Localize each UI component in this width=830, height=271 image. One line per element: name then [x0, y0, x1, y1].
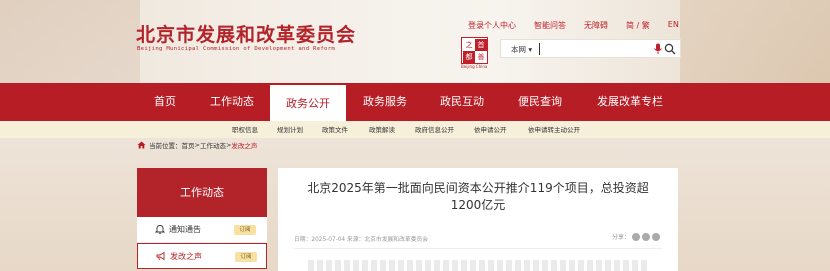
site-header: 北京市发展和改革委员会 Beijing Municipal Commission… [0, 0, 830, 83]
subscribe-badge[interactable]: 订阅 [235, 252, 257, 262]
nav-item-convenience[interactable]: 便民查询 [504, 83, 576, 121]
search-input[interactable] [543, 42, 643, 56]
accessibility-link[interactable]: 无障碍 [584, 20, 608, 31]
text-cursor [539, 43, 540, 55]
header-bg-right [680, 0, 830, 83]
nav-item-interaction[interactable]: 政民互动 [426, 83, 498, 121]
divider [294, 248, 662, 249]
site-title[interactable]: 北京市发展和改革委员会 [136, 20, 356, 47]
nav-item-gov-affairs[interactable]: 政务公开 [270, 83, 346, 121]
capital-seal-logo: 之 首 都 善 [461, 37, 488, 64]
breadcrumb: 当前位置： 首页 > 工作动态 > 发改之声 [137, 139, 257, 151]
main-nav: 首页 工作动态 政务公开 政务服务 政民互动 便民查询 发展改革专栏 [0, 83, 830, 121]
simplified-traditional-link[interactable]: 简 / 繁 [626, 20, 650, 31]
article-panel: 北京2025年第一批面向民间资本公开推介119个项目，总投资超1200亿元 日期… [278, 168, 678, 271]
sidebar-header: 工作动态 [137, 168, 267, 217]
article-body-blurred [308, 260, 648, 271]
smart-qa-link[interactable]: 智能问答 [534, 20, 566, 31]
subnav-item[interactable]: 政策解读 [369, 124, 395, 134]
site-title-en: Beijing Municipal Commission of Developm… [137, 46, 336, 52]
subnav-item[interactable]: 依申请公开 [474, 124, 507, 134]
wechat-share-icon[interactable] [632, 232, 641, 241]
sidebar-item-label: 通知通告 [169, 225, 201, 234]
microphone-icon[interactable] [653, 43, 663, 55]
login-link[interactable]: 登录个人中心 [468, 20, 516, 31]
seal-char: 善 [477, 53, 485, 61]
nav-item-reform-column[interactable]: 发展改革专栏 [585, 83, 675, 121]
subscribe-badge[interactable]: 订阅 [234, 225, 256, 235]
share-bar: 分享： [612, 232, 661, 241]
sub-nav: 职权信息 规划计划 政策文件 政策解读 政府信息公开 依申请公开 依申请转主动公… [0, 121, 830, 138]
seal-char: 之 [465, 41, 473, 49]
nav-item-work-news[interactable]: 工作动态 [198, 83, 266, 121]
seal-char: 首 [475, 39, 487, 51]
bell-icon [155, 225, 165, 234]
qq-share-icon[interactable] [652, 232, 661, 241]
search-icon[interactable] [664, 43, 676, 55]
article-meta: 日期：2025-07-04 来源：北京市发展和改革委员会 [294, 237, 429, 243]
english-link[interactable]: EN [668, 20, 679, 31]
subnav-item[interactable]: 政府信息公开 [415, 124, 454, 134]
subnav-item[interactable]: 政策文件 [322, 124, 348, 134]
sidebar-item-label: 发改之声 [170, 252, 202, 261]
seal-char: 都 [463, 51, 475, 63]
sidebar-item-notices[interactable]: 通知通告 订阅 [137, 217, 267, 243]
sidebar-item-voice[interactable]: 发改之声 订阅 [137, 243, 267, 269]
breadcrumb-work-news[interactable]: 工作动态 [200, 140, 226, 150]
top-links: 登录个人中心 智能问答 无障碍 简 / 繁 EN [468, 20, 697, 31]
breadcrumb-label: 当前位置： [149, 142, 182, 150]
search-box: 本网 ▾ [500, 39, 681, 58]
subnav-item[interactable]: 职权信息 [232, 124, 258, 134]
search-scope-dropdown[interactable]: 本网 ▾ [511, 44, 532, 55]
article-title: 北京2025年第一批面向民间资本公开推介119个项目，总投资超1200亿元 [307, 181, 649, 212]
seal-caption: Beijing China [461, 64, 488, 69]
breadcrumb-current[interactable]: 发改之声 [231, 140, 257, 150]
subnav-item[interactable]: 规划计划 [277, 124, 303, 134]
header-bg-left [0, 0, 140, 83]
breadcrumb-home[interactable]: 首页 [182, 140, 195, 150]
nav-item-home[interactable]: 首页 [137, 83, 193, 121]
home-icon [137, 141, 146, 149]
weibo-share-icon[interactable] [642, 232, 651, 241]
share-label: 分享： [612, 234, 631, 241]
megaphone-icon [156, 251, 165, 261]
subnav-item[interactable]: 依申请转主动公开 [528, 124, 580, 134]
nav-item-gov-services[interactable]: 政务服务 [350, 83, 420, 121]
